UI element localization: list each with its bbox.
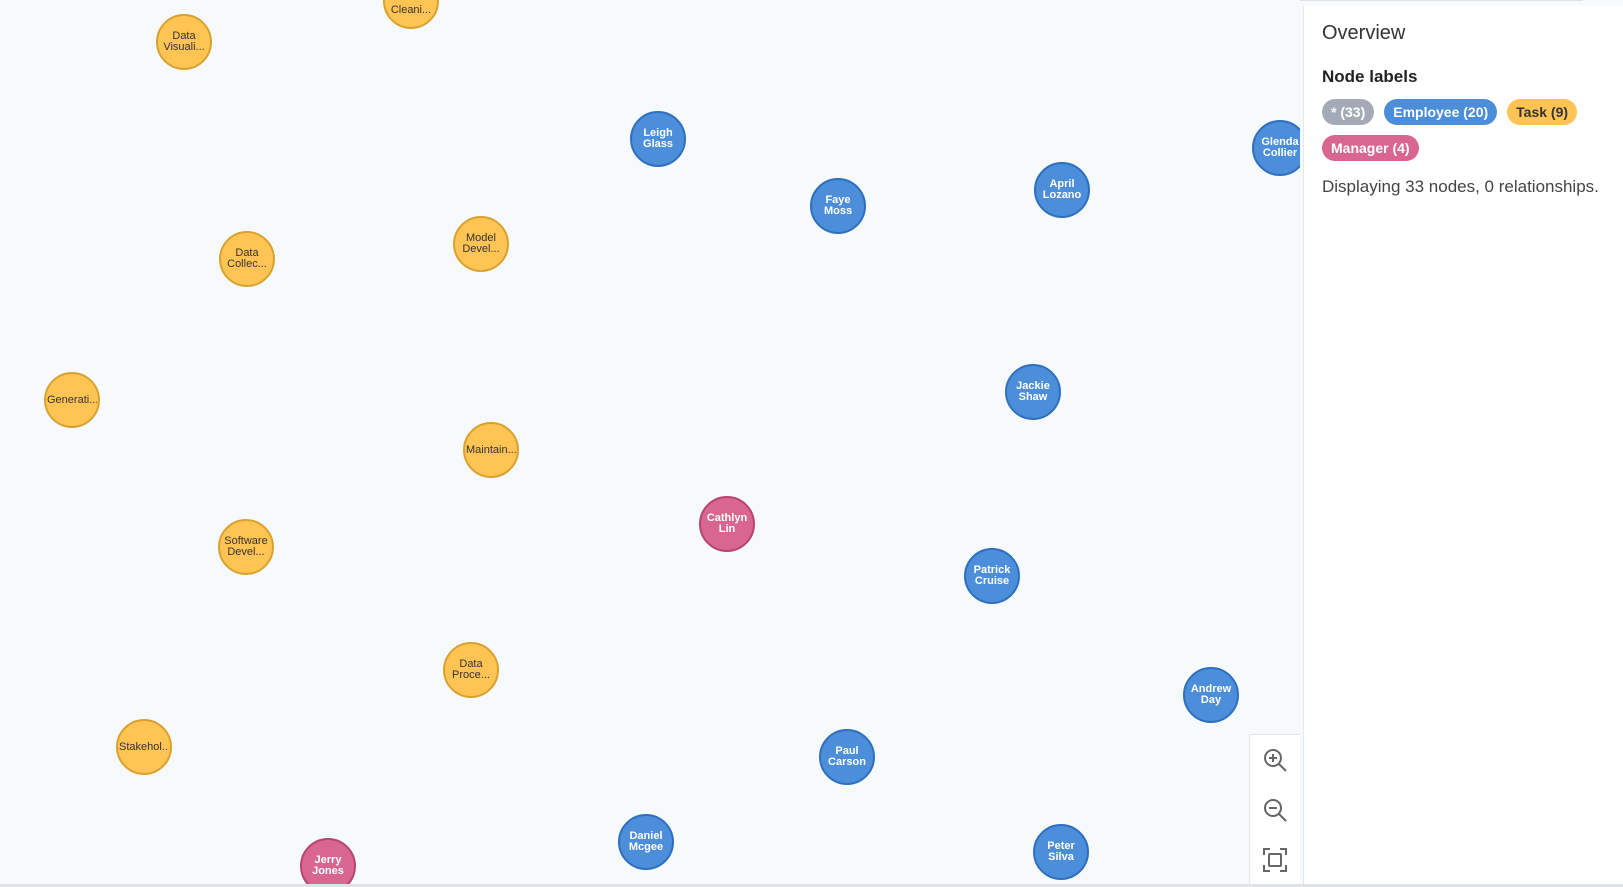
panel-title: Overview (1322, 22, 1406, 44)
graph-node[interactable]: Daniel Mcgee (618, 814, 674, 870)
graph-node[interactable]: Model Devel... (453, 216, 509, 272)
graph-node[interactable]: Jerry Jones (300, 838, 356, 887)
graph-node[interactable]: Glenda Collier (1252, 120, 1300, 176)
zoom-in-icon (1264, 749, 1287, 772)
graph-summary: Displaying 33 nodes, 0 relationships. (1322, 177, 1599, 196)
overview-panel: Overview Node labels * (33) Employee (20… (1303, 6, 1623, 887)
graph-node[interactable]: Data Collec... (219, 231, 275, 287)
graph-node[interactable]: Patrick Cruise (964, 548, 1020, 604)
fit-to-screen-icon (1263, 848, 1287, 872)
graph-node[interactable]: Cathlyn Lin (699, 496, 755, 552)
graph-canvas[interactable]: Data Visuali... Cleani... Leigh Glass Gl… (0, 0, 1300, 887)
node-label-chips: * (33) Employee (20) Task (9) Manager (4… (1322, 99, 1622, 161)
node-labels-heading: Node labels (1322, 67, 1418, 86)
graph-node[interactable]: Cleani... (383, 0, 439, 29)
graph-node[interactable]: Stakehol... (116, 719, 172, 775)
graph-node[interactable]: Data Visuali... (156, 14, 212, 70)
chip-all[interactable]: * (33) (1322, 99, 1375, 125)
zoom-in-button[interactable] (1250, 735, 1300, 785)
graph-node[interactable]: Jackie Shaw (1005, 364, 1061, 420)
chip-manager[interactable]: Manager (4) (1322, 135, 1419, 161)
graph-node[interactable]: Andrew Day (1183, 667, 1239, 723)
graph-node[interactable]: Generati... (44, 372, 100, 428)
graph-node[interactable]: Data Proce... (443, 642, 499, 698)
graph-node[interactable]: Software Devel... (218, 519, 274, 575)
graph-node[interactable]: Faye Moss (810, 178, 866, 234)
zoom-out-button[interactable] (1250, 785, 1300, 835)
graph-node[interactable]: Peter Silva (1033, 824, 1089, 880)
fit-to-screen-button[interactable] (1250, 835, 1300, 885)
graph-node[interactable]: April Lozano (1034, 162, 1090, 218)
zoom-controls (1249, 734, 1300, 886)
graph-node[interactable]: Maintain... (463, 422, 519, 478)
chip-task[interactable]: Task (9) (1507, 99, 1578, 125)
graph-node[interactable]: Paul Carson (819, 729, 875, 785)
zoom-out-icon (1264, 799, 1287, 822)
chip-employee[interactable]: Employee (20) (1384, 99, 1498, 125)
graph-node[interactable]: Leigh Glass (630, 111, 686, 167)
